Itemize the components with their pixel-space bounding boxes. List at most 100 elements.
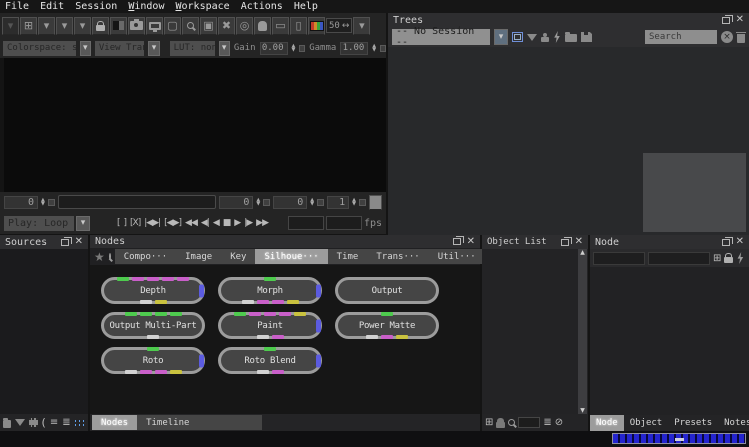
actual-fps-field[interactable] xyxy=(326,216,362,230)
step-field[interactable]: 1 xyxy=(327,196,349,209)
zoom-dropdown[interactable]: ▾ xyxy=(353,17,370,35)
trash-icon[interactable] xyxy=(737,34,745,43)
region-button[interactable]: ▢ xyxy=(164,17,181,35)
gain-spinner[interactable]: ▲▼ xyxy=(292,44,296,52)
frame-slider[interactable] xyxy=(58,195,217,209)
detail-view-icon[interactable] xyxy=(42,416,46,429)
node-panel-content[interactable] xyxy=(590,267,749,415)
tab-image[interactable]: Image xyxy=(176,249,221,264)
footer-tab-timeline[interactable]: Timeline xyxy=(137,415,198,430)
reset-range-button[interactable]: [X] xyxy=(129,218,141,228)
play-in-out-button[interactable]: |◀▶| xyxy=(143,218,161,228)
object-filter-field[interactable] xyxy=(518,417,540,428)
lock-node-icon[interactable] xyxy=(724,257,733,263)
tab-object[interactable]: Object xyxy=(624,415,669,431)
close-panel-icon[interactable]: ✕ xyxy=(736,237,744,247)
search-input[interactable] xyxy=(645,30,717,44)
float-panel-icon[interactable] xyxy=(61,239,69,246)
in-frame-field[interactable]: 0 xyxy=(219,196,253,209)
pan-tool-button[interactable] xyxy=(254,17,271,35)
lut-dropdown[interactable]: LUT: none xyxy=(170,41,215,56)
list-view-icon[interactable]: ≡ xyxy=(50,417,58,428)
frame-overlay-button[interactable]: ▭ xyxy=(272,17,289,35)
step-forward-button[interactable]: |▶ xyxy=(243,218,253,228)
channel-dropdown[interactable]: ▾ xyxy=(56,17,73,35)
tab-utility[interactable]: Util··· xyxy=(429,249,485,264)
menu-actions[interactable]: Actions xyxy=(241,0,283,13)
colorspace-chevron[interactable]: ▾ xyxy=(80,41,91,56)
float-panel-icon[interactable] xyxy=(722,17,730,24)
broadcast-monitor-button[interactable] xyxy=(146,17,163,35)
add-object-icon[interactable]: ⊞ xyxy=(485,417,493,428)
object-list-content[interactable]: ▲ ▼ xyxy=(482,249,588,414)
frame-spinner[interactable]: ▲▼ xyxy=(41,198,45,206)
node-label-field[interactable] xyxy=(648,252,710,265)
compact-list-icon[interactable]: ≣ xyxy=(62,417,70,428)
tab-node[interactable]: Node xyxy=(590,415,624,431)
in-reset-button[interactable] xyxy=(263,199,270,206)
lut-chevron[interactable]: ▾ xyxy=(219,41,230,56)
new-tree-icon[interactable] xyxy=(512,32,523,42)
zoom-percent-field[interactable]: 50↔ xyxy=(326,18,352,33)
in-spinner[interactable]: ▲▼ xyxy=(256,198,260,206)
node-name-field[interactable] xyxy=(593,252,645,265)
scroll-up-icon[interactable]: ▲ xyxy=(580,249,585,256)
stereo-dropdown[interactable]: ▾ xyxy=(38,17,55,35)
scroll-down-icon[interactable]: ▼ xyxy=(580,407,585,414)
current-frame-field[interactable]: 0 xyxy=(4,196,38,209)
node-item-power-matte[interactable]: Power Matte xyxy=(335,312,439,339)
play-reverse-button[interactable]: ◀ xyxy=(212,218,220,228)
stop-button[interactable]: ■ xyxy=(222,218,232,228)
loop-range-button[interactable]: [◀▶] xyxy=(163,218,182,228)
node-item-morph[interactable]: Morph xyxy=(218,277,322,304)
node-item-roto-blend[interactable]: Roto Blend xyxy=(218,347,322,374)
menu-window[interactable]: Window xyxy=(128,0,164,13)
gamma-field[interactable]: 1.00 xyxy=(340,42,368,55)
lock-view-button[interactable] xyxy=(92,17,109,35)
fit-view-button[interactable]: ✖ xyxy=(218,17,235,35)
save-icon[interactable] xyxy=(581,32,592,42)
play-mode-chevron[interactable]: ▾ xyxy=(76,216,90,231)
proxy-toggle-button[interactable] xyxy=(369,195,382,210)
lock-objects-icon[interactable] xyxy=(496,422,505,428)
close-panel-icon[interactable]: ✕ xyxy=(575,237,583,247)
tab-key[interactable]: Key xyxy=(221,249,255,264)
session-dropdown[interactable]: -- No Session -- xyxy=(392,29,490,45)
float-panel-icon[interactable] xyxy=(453,238,461,245)
tab-notes[interactable]: Notes xyxy=(718,415,749,431)
view-preset-dropdown[interactable]: ▾ xyxy=(2,17,19,35)
media-icon[interactable] xyxy=(29,418,37,427)
set-out-button[interactable]: ] xyxy=(123,218,128,228)
process-node-icon[interactable] xyxy=(736,252,744,264)
tab-silhouette[interactable]: Silhoue··· xyxy=(255,249,327,264)
search-objects-icon[interactable] xyxy=(508,419,515,426)
playback-fps-field[interactable] xyxy=(288,216,324,230)
play-button[interactable]: ▶ xyxy=(233,218,241,228)
node-item-paint[interactable]: Paint xyxy=(218,312,322,339)
float-panel-icon[interactable] xyxy=(561,239,569,246)
menu-file[interactable]: File xyxy=(5,0,29,13)
connect-icon[interactable] xyxy=(541,37,549,42)
filter-sources-icon[interactable] xyxy=(15,419,25,426)
thumbnail-view-icon[interactable] xyxy=(75,420,76,422)
go-start-button[interactable]: ◀◀ xyxy=(184,218,198,228)
snapshot-button[interactable] xyxy=(128,17,145,35)
close-panel-icon[interactable]: ✕ xyxy=(75,237,83,247)
view-transform-chevron[interactable]: ▾ xyxy=(148,41,159,56)
gamma-reset-button[interactable] xyxy=(380,45,386,52)
play-mode-dropdown[interactable]: Play: Loop xyxy=(4,216,74,231)
menu-help[interactable]: Help xyxy=(294,0,318,13)
node-item-output[interactable]: Output xyxy=(335,277,439,304)
folder-icon[interactable] xyxy=(565,34,577,42)
zoom-tool-button[interactable] xyxy=(182,17,199,35)
gamma-spinner[interactable]: ▲▼ xyxy=(372,44,376,52)
menu-session[interactable]: Session xyxy=(75,0,117,13)
view-transform-dropdown[interactable]: View Trans··· xyxy=(95,41,145,56)
node-item-roto[interactable]: Roto xyxy=(101,347,205,374)
import-source-icon[interactable] xyxy=(3,420,11,428)
gain-reset-button[interactable] xyxy=(299,45,305,52)
menu-workspace[interactable]: Workspace xyxy=(175,0,229,13)
compare-dropdown[interactable]: ▾ xyxy=(74,17,91,35)
out-frame-field[interactable]: 0 xyxy=(273,196,307,209)
roi-button[interactable]: ▣ xyxy=(200,17,217,35)
